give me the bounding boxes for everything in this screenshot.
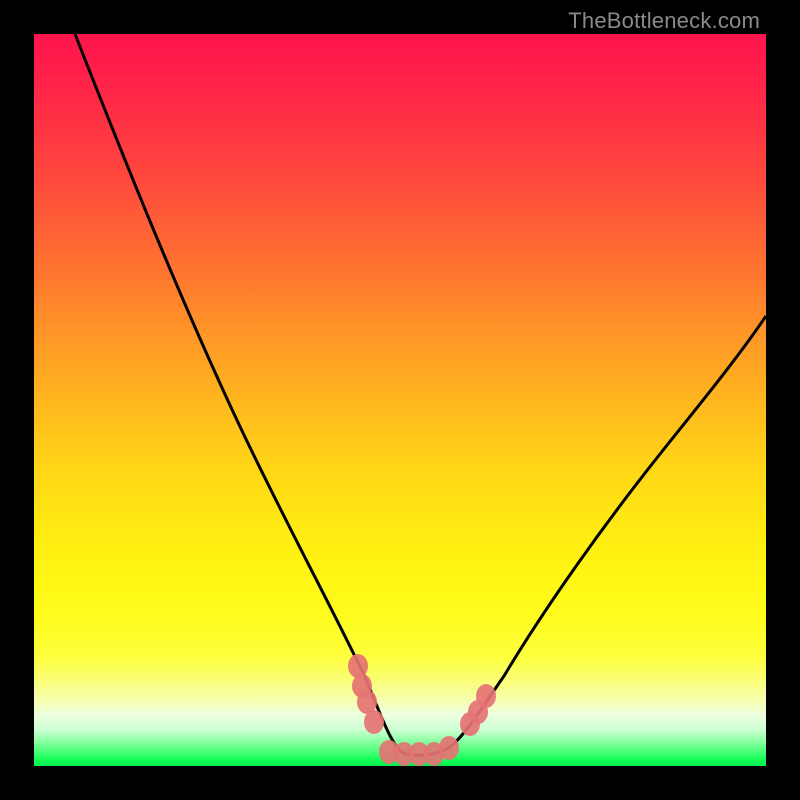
watermark-text: TheBottleneck.com xyxy=(568,8,760,34)
plot-area xyxy=(34,34,766,766)
gradient-background xyxy=(34,34,766,766)
